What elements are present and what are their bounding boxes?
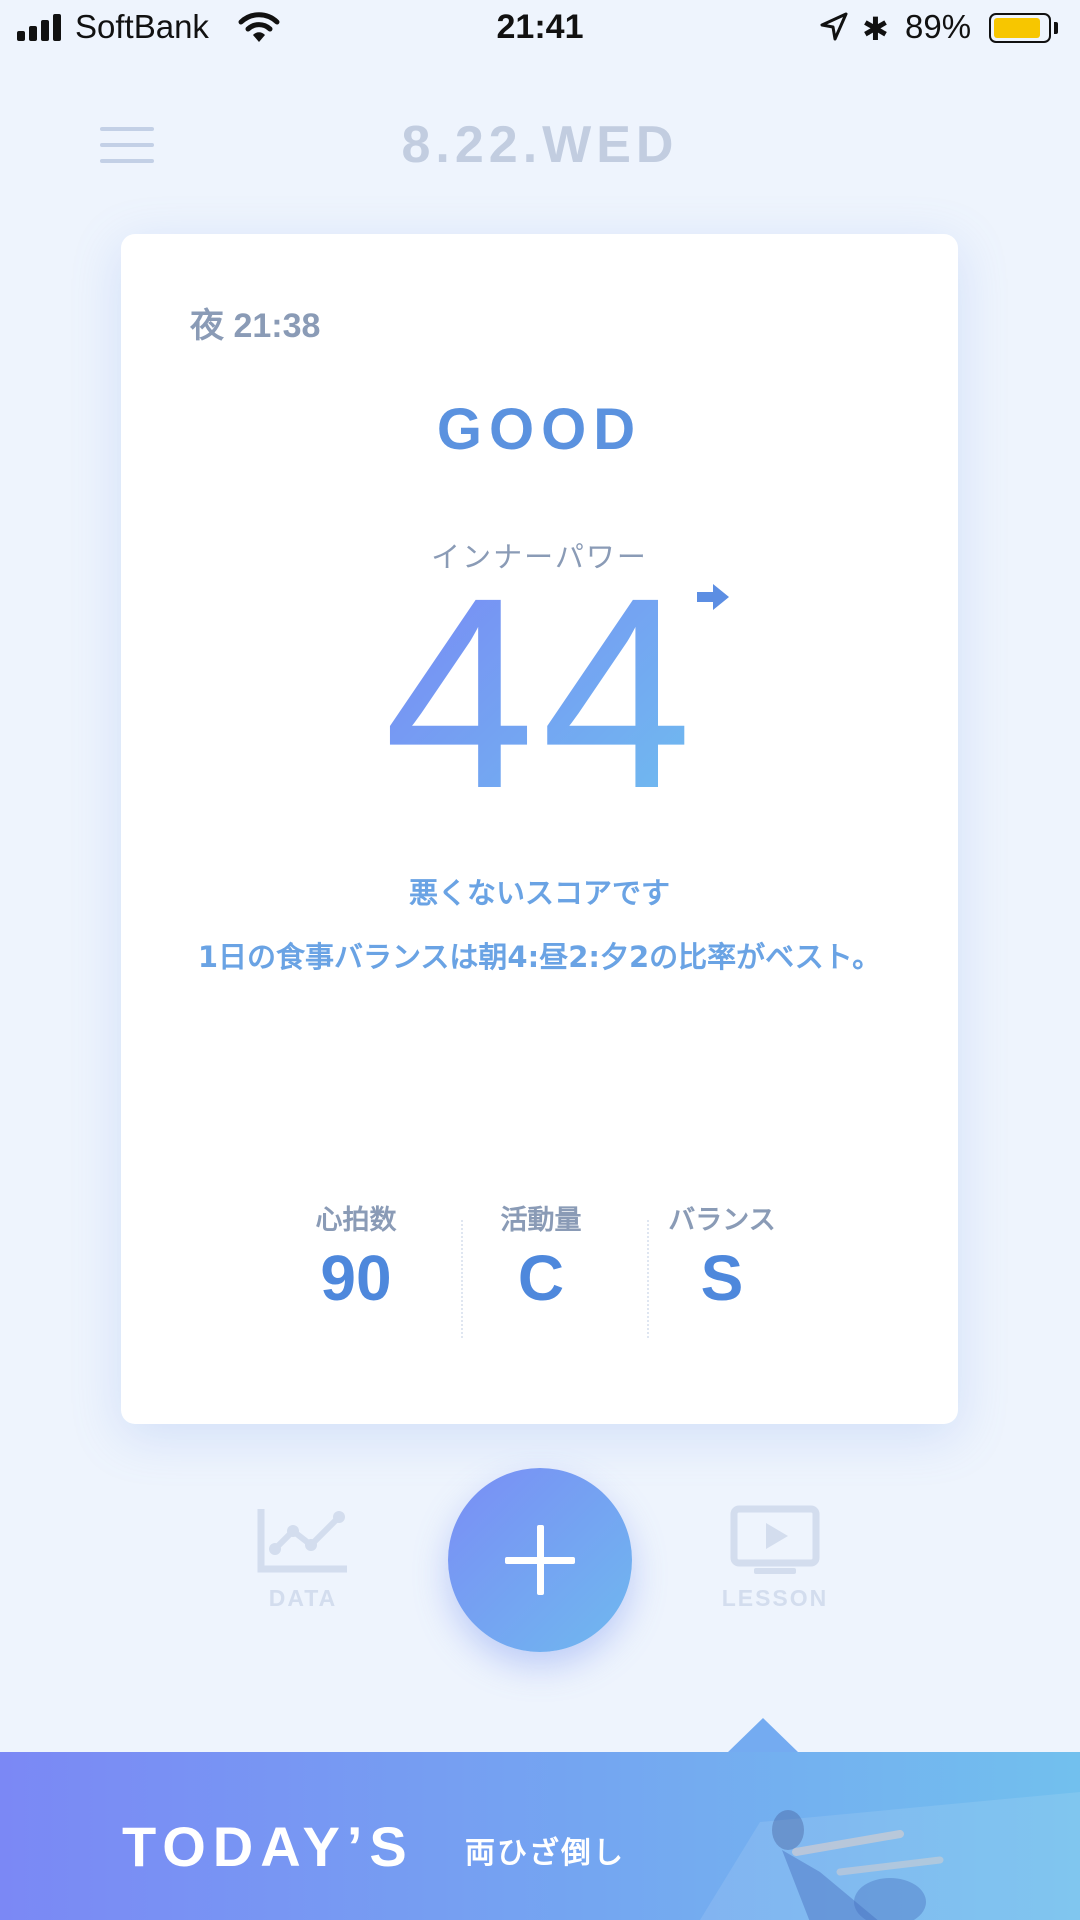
battery-percent: 89%: [905, 8, 972, 45]
todays-title: TODAY’S: [122, 1815, 414, 1878]
nav-lesson-label: LESSON: [721, 1585, 829, 1611]
add-button[interactable]: [448, 1468, 632, 1652]
tip-message: 1日の食事バランスは朝4:昼2:夕2の比率がベスト。: [197, 940, 882, 974]
stat-value: 90: [320, 1242, 392, 1314]
nav-data-label: DATA: [268, 1585, 338, 1611]
stat-value: C: [517, 1242, 565, 1314]
stat-label: 活動量: [500, 1205, 582, 1236]
stat-heart-rate: 心拍数 90: [271, 1198, 441, 1315]
battery-tip: [1054, 22, 1058, 34]
plus-icon: [505, 1525, 575, 1595]
arrow-right-icon: [697, 584, 729, 610]
score-number: 44: [384, 579, 699, 809]
line-chart-icon: [257, 1509, 347, 1573]
todays-lesson-banner[interactable]: TODAY’S 両ひざ倒し: [0, 1752, 1080, 1920]
status-label: GOOD: [436, 397, 643, 462]
app-screen: SoftBank 21:41 ✱ 89% 8.22.WED 夜 21:38 GO…: [0, 0, 1080, 1920]
inner-power-label: インナーパワー: [431, 540, 648, 574]
stat-value: S: [700, 1242, 744, 1314]
status-bar: SoftBank 21:41 ✱ 89%: [0, 0, 1080, 60]
location-arrow-icon: [820, 12, 848, 41]
battery-icon: [989, 13, 1051, 43]
video-play-icon: [730, 1505, 820, 1574]
stats-row: 心拍数 90 活動量 C バランス S: [271, 1198, 811, 1338]
date-title: 8.22.WED: [401, 116, 679, 174]
battery-level: [994, 18, 1041, 38]
score-card: 夜 21:38 GOOD インナーパワー 44 悪くないスコアです 1日の食事バ…: [121, 234, 958, 1424]
measurement-time: 夜 21:38: [190, 307, 321, 345]
stat-label: 心拍数: [315, 1205, 397, 1236]
score-value: 44: [384, 579, 699, 809]
stat-activity: 活動量 C: [456, 1198, 626, 1315]
banner-notch: [727, 1718, 799, 1753]
stat-label: バランス: [668, 1205, 776, 1236]
nav-lesson-button[interactable]: LESSON: [710, 1505, 840, 1612]
bluetooth-icon: ✱: [862, 10, 889, 48]
score-message: 悪くないスコアです: [408, 876, 670, 910]
exercise-figure-image: [700, 1792, 1080, 1920]
todays-subtitle: 両ひざ倒し: [465, 1836, 625, 1871]
stat-balance: バランス S: [637, 1198, 807, 1315]
nav-data-button[interactable]: DATA: [253, 1505, 353, 1612]
